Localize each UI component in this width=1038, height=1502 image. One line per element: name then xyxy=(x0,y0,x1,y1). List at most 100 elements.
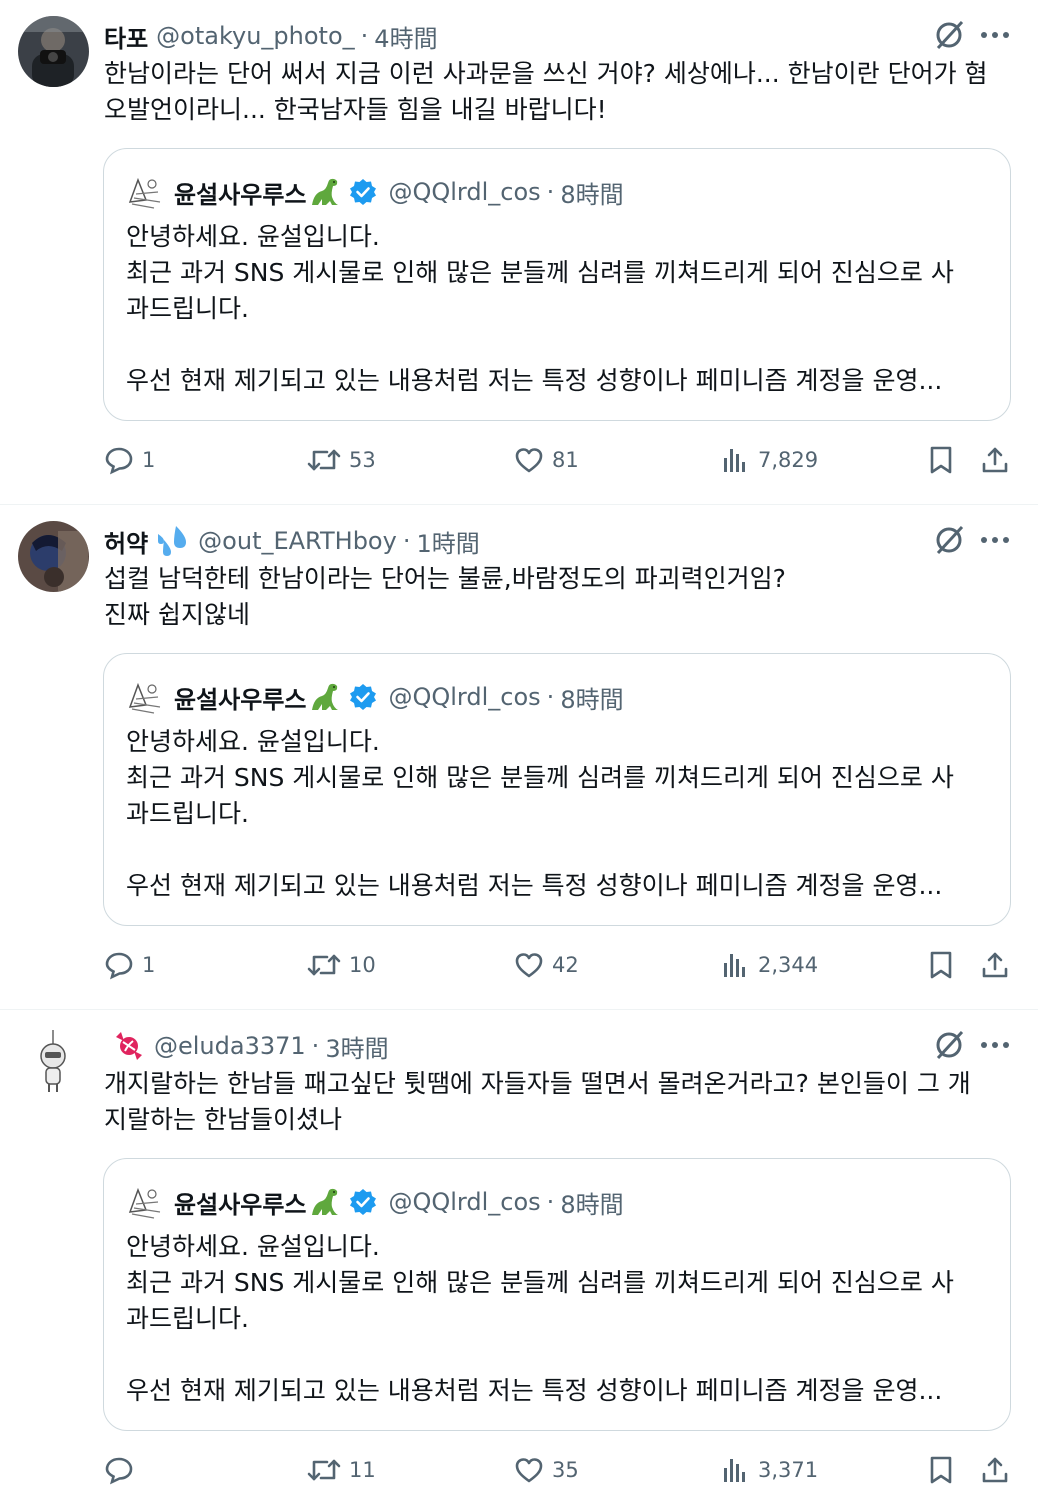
views-icon xyxy=(724,954,745,977)
views-button[interactable]: 7,829 xyxy=(720,437,818,483)
bookmark-button[interactable] xyxy=(926,1447,956,1493)
quote-avatar[interactable] xyxy=(124,172,164,212)
repost-count: 11 xyxy=(349,1458,376,1482)
post-text: 개지랄하는 한남들 패고싶단 튓땜에 자들자들 떨면서 몰려온거라고? 본인들이… xyxy=(104,1069,971,1134)
quote-user-handle[interactable]: @QQlrdl_cos xyxy=(388,683,540,711)
reply-count: 1 xyxy=(142,953,156,977)
like-button[interactable]: 81 xyxy=(514,437,579,483)
avatar[interactable] xyxy=(18,16,89,87)
separator-dot: · xyxy=(546,1188,555,1216)
grok-icon[interactable] xyxy=(930,521,968,559)
quoted-post[interactable]: 윤설사우루스 @QQlrdl_cos · 8時間 안녕하세요. 윤설입니다. 최… xyxy=(103,148,1011,421)
heart-icon xyxy=(515,1458,543,1483)
separator-dot: · xyxy=(402,527,411,555)
share-button[interactable] xyxy=(980,437,1010,483)
reply-icon xyxy=(105,952,133,980)
dinosaur-emoji-icon xyxy=(312,178,339,205)
more-icon[interactable] xyxy=(980,24,1010,46)
post-text: 섭컬 남덕한테 한남이라는 단어는 불륜,바람정도의 파괴력인거임? 진짜 쉽지… xyxy=(104,564,786,629)
repost-button[interactable]: 10 xyxy=(307,942,376,988)
sweat-droplets-emoji-icon xyxy=(158,526,187,556)
quote-header: 윤설사우루스 @QQlrdl_cos · 8時間 xyxy=(124,676,624,718)
quote-timestamp[interactable]: 8時間 xyxy=(560,1185,623,1220)
bookmark-button[interactable] xyxy=(926,437,956,483)
post[interactable]: @eluda3371 · 3時間 개지랄하는 한남들 패고싶단 튓땜에 자들자들… xyxy=(0,1010,1038,1502)
grok-icon[interactable] xyxy=(930,1026,968,1064)
grok-icon[interactable] xyxy=(930,16,968,54)
views-icon xyxy=(724,449,745,472)
user-handle[interactable]: @out_EARTHboy xyxy=(198,527,397,555)
post-header: 허약 @out_EARTHboy · 1時間 xyxy=(104,521,480,561)
separator-dot: · xyxy=(311,1032,320,1060)
display-name[interactable]: 타포 xyxy=(104,19,148,54)
share-button[interactable] xyxy=(980,942,1010,988)
like-button[interactable]: 35 xyxy=(514,1447,579,1493)
bookmark-icon xyxy=(930,446,952,474)
reply-icon xyxy=(105,1457,133,1485)
share-icon xyxy=(982,952,1008,978)
quote-header: 윤설사우루스 @QQlrdl_cos · 8時間 xyxy=(124,1181,624,1223)
bookmark-icon xyxy=(930,1456,952,1484)
post[interactable]: 허약 @out_EARTHboy · 1時間 섭컬 남덕한테 한남이라는 단어는… xyxy=(0,505,1038,1010)
separator-dot: · xyxy=(546,683,555,711)
share-button[interactable] xyxy=(980,1447,1010,1493)
avatar[interactable] xyxy=(18,521,89,592)
more-icon[interactable] xyxy=(980,1034,1010,1056)
heart-icon xyxy=(515,448,543,473)
quote-display-name[interactable]: 윤설사우루스 xyxy=(174,175,306,210)
display-name[interactable]: 허약 xyxy=(104,524,148,559)
more-icon[interactable] xyxy=(980,529,1010,551)
views-button[interactable]: 2,344 xyxy=(720,942,818,988)
separator-dot: · xyxy=(360,22,369,50)
repost-button[interactable]: 53 xyxy=(307,437,376,483)
timestamp[interactable]: 4時間 xyxy=(374,19,437,54)
views-count: 2,344 xyxy=(758,953,819,977)
like-count: 81 xyxy=(552,448,579,472)
timestamp[interactable]: 1時間 xyxy=(416,524,479,559)
repost-icon xyxy=(307,954,341,976)
reply-icon xyxy=(105,447,133,475)
views-button[interactable]: 3,371 xyxy=(720,1447,818,1493)
quote-user-handle[interactable]: @QQlrdl_cos xyxy=(388,178,540,206)
quoted-post[interactable]: 윤설사우루스 @QQlrdl_cos · 8時間 안녕하세요. 윤설입니다. 최… xyxy=(103,653,1011,926)
post-header: 타포 @otakyu_photo_ · 4時間 xyxy=(104,16,438,56)
reply-button[interactable]: 1 xyxy=(104,437,155,483)
quote-avatar[interactable] xyxy=(124,677,164,717)
verified-badge-icon xyxy=(350,684,377,710)
like-button[interactable]: 42 xyxy=(514,942,579,988)
quote-avatar[interactable] xyxy=(124,1182,164,1222)
quote-timestamp[interactable]: 8時間 xyxy=(560,680,623,715)
timeline: 타포 @otakyu_photo_ · 4時間 한남이라는 단어 써서 지금 이… xyxy=(0,0,1038,1502)
repost-icon xyxy=(307,1459,341,1481)
action-bar: 1 10 42 2,344 xyxy=(0,942,1038,988)
user-handle[interactable]: @eluda3371 xyxy=(154,1032,306,1060)
post[interactable]: 타포 @otakyu_photo_ · 4時間 한남이라는 단어 써서 지금 이… xyxy=(0,0,1038,505)
repost-count: 10 xyxy=(349,953,376,977)
post-text: 한남이라는 단어 써서 지금 이런 사과문을 쓰신 거야? 세상에나... 한남… xyxy=(104,59,988,124)
separator-dot: · xyxy=(546,178,555,206)
quote-display-name[interactable]: 윤설사우루스 xyxy=(174,680,306,715)
quote-display-name[interactable]: 윤설사우루스 xyxy=(174,1185,306,1220)
quote-text: 안녕하세요. 윤설입니다. 최근 과거 SNS 게시물로 인해 많은 분들께 심… xyxy=(126,222,954,395)
avatar[interactable] xyxy=(18,1026,89,1097)
verified-badge-icon xyxy=(350,1189,377,1215)
bookmark-button[interactable] xyxy=(926,942,956,988)
dinosaur-emoji-icon xyxy=(312,1188,339,1215)
quote-header: 윤설사우루스 @QQlrdl_cos · 8時間 xyxy=(124,171,624,213)
timestamp[interactable]: 3時間 xyxy=(325,1029,388,1064)
repost-button[interactable]: 11 xyxy=(307,1447,376,1493)
action-bar: 1 53 81 7,829 xyxy=(0,437,1038,483)
reply-button[interactable] xyxy=(104,1447,142,1493)
verified-badge-icon xyxy=(350,179,377,205)
quote-user-handle[interactable]: @QQlrdl_cos xyxy=(388,1188,540,1216)
reply-button[interactable]: 1 xyxy=(104,942,155,988)
share-icon xyxy=(982,447,1008,473)
quote-timestamp[interactable]: 8時間 xyxy=(560,175,623,210)
views-count: 7,829 xyxy=(758,448,819,472)
quote-text: 안녕하세요. 윤설입니다. 최근 과거 SNS 게시물로 인해 많은 분들께 심… xyxy=(126,1232,954,1405)
quoted-post[interactable]: 윤설사우루스 @QQlrdl_cos · 8時間 안녕하세요. 윤설입니다. 최… xyxy=(103,1158,1011,1431)
repost-icon xyxy=(307,449,341,471)
action-bar: 11 35 3,371 xyxy=(0,1447,1038,1493)
post-header: @eluda3371 · 3時間 xyxy=(104,1026,389,1066)
user-handle[interactable]: @otakyu_photo_ xyxy=(156,22,354,50)
